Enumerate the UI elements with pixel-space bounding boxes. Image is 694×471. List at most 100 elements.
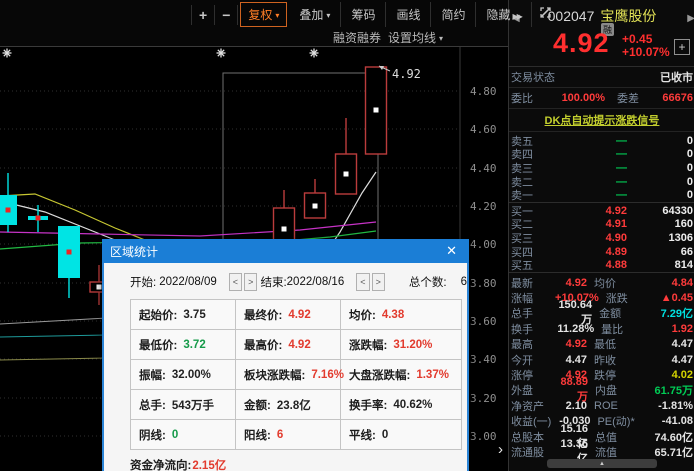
weibi-value: 100.00% [541, 92, 605, 104]
stat-cell-label: 大盘涨跌幅: [349, 367, 410, 383]
stat-cell: 总手:543万手 [131, 390, 236, 420]
ask-queue: 卖五—0卖四—0卖三—0卖二—0卖一—0 [509, 132, 694, 202]
hide-button[interactable]: 隐藏▶▶ [476, 2, 531, 27]
bid-volume: 64330 [627, 205, 693, 217]
stat-row: 净资产2.10ROE-1.81% [509, 398, 694, 413]
dialog-titlebar[interactable]: 区域统计 ✕ [102, 239, 469, 263]
hide-label: 隐藏 [486, 8, 510, 22]
ask-volume: 0 [627, 189, 693, 201]
ask-price: — [543, 135, 627, 147]
end-date-label: 结束: [260, 274, 286, 290]
stat-cell-value: 0 [172, 429, 178, 441]
stats-grid: 最新4.92均价4.84涨幅+10.07%涨跌▲0.45总手150.64万金额7… [509, 272, 694, 460]
stat-label: PE(动)* [597, 413, 639, 429]
stat-cell-label: 最终价: [244, 307, 282, 323]
dk-signal-link[interactable]: DK点自动提示涨跌信号 [509, 109, 694, 132]
change-value: +0.45 [622, 32, 652, 46]
y-axis-label: 3.80 [470, 277, 497, 290]
stat-cell-value: 4.92 [288, 339, 310, 351]
bid-price: 4.91 [543, 218, 627, 230]
add-to-watchlist-button[interactable]: + [674, 39, 690, 55]
stat-cell-value: 0 [382, 429, 388, 441]
weicha-label: 委差 [617, 90, 639, 106]
ask-price: — [543, 176, 627, 188]
stat-cell-value: 23.8亿 [277, 397, 311, 413]
start-date-value: 2022/08/09 [159, 276, 217, 288]
stat-cell: 换手率:40.62% [341, 390, 462, 420]
ask-row[interactable]: 卖一—0 [509, 188, 694, 202]
panel-collapse-handle-icon[interactable]: › [498, 441, 503, 458]
fullscreen-icon[interactable] [539, 6, 552, 24]
y-axis-label: 4.20 [470, 200, 497, 213]
y-axis-label: 4.80 [470, 85, 497, 98]
end-next-button[interactable]: > [372, 273, 385, 291]
y-axis-label: 3.20 [470, 392, 497, 405]
stat-cell: 最终价:4.92 [236, 300, 341, 330]
stat-cell: 均价:4.38 [341, 300, 462, 330]
stat-label: 总股本 [511, 429, 560, 445]
bid-volume: 1306 [627, 232, 693, 244]
panel-scrollbar[interactable]: ▲ [547, 459, 657, 468]
stat-cell: 阳线: 6 [236, 420, 341, 450]
stat-cell-value: 3.72 [183, 339, 205, 351]
start-next-button[interactable]: > [244, 273, 257, 291]
stat-label: ROE [594, 400, 638, 412]
stat-cell-value: 31.20% [393, 339, 432, 351]
stat-label: 今开 [511, 352, 561, 368]
set-ma-dropdown[interactable]: 设置均线▾ [388, 29, 443, 46]
ask-volume: 0 [627, 148, 693, 160]
count-value: 6 [461, 276, 467, 288]
drawline-button[interactable]: 画线 [386, 2, 431, 27]
stat-value: 74.60亿 [639, 429, 693, 445]
stat-label: 跌停 [594, 367, 638, 383]
overlay-dropdown-button[interactable]: 叠加▾ [289, 2, 341, 27]
stat-cell-label: 阳线: [244, 427, 271, 443]
stat-label: 最新 [511, 275, 561, 291]
stat-label: 最低 [594, 336, 638, 352]
weibi-label: 委比 [511, 90, 541, 106]
bid-row[interactable]: 买五4.88814 [509, 258, 694, 272]
stat-cell: 金额:23.8亿 [236, 390, 341, 420]
dk-signal-label: DK点自动提示涨跌信号 [545, 112, 660, 128]
stat-value: 4.84 [638, 277, 693, 289]
stock-app-window: + − 复权▾ 叠加▾ 筹码 画线 简约 隐藏▶▶ 融资融券 设置均线▾ 4.8… [0, 0, 694, 471]
margin-financing-link[interactable]: 融资融券 [333, 29, 381, 46]
overlay-label: 叠加 [299, 8, 323, 22]
stock-code: 002047 [548, 8, 595, 24]
start-prev-button[interactable]: < [229, 273, 242, 291]
price-callout: 4.92 [392, 67, 421, 81]
stat-value: -1.81% [638, 400, 693, 412]
bid-volume: 814 [627, 259, 693, 271]
caret-down-icon: ▾ [275, 11, 279, 20]
stat-label: 金额 [599, 305, 641, 321]
stat-cell-label: 阴线: [139, 427, 166, 443]
fuquan-dropdown-button[interactable]: 复权▾ [240, 2, 287, 27]
stat-cell-value: 3.75 [183, 309, 205, 321]
stat-cell-value: 32.00% [172, 369, 211, 381]
stat-label: 流通股 [511, 444, 560, 460]
zoom-out-button[interactable]: − [215, 5, 238, 25]
ask-price: — [543, 189, 627, 201]
stat-cell: 涨跌幅:31.20% [341, 330, 462, 360]
price-change: +0.45+10.07% [622, 33, 670, 59]
stat-value: 4.92 [561, 338, 587, 350]
stat-cell: 最高价:4.92 [236, 330, 341, 360]
zoom-in-button[interactable]: + [191, 5, 215, 25]
end-prev-button[interactable]: < [356, 273, 369, 291]
end-date-value: 2022/08/16 [287, 276, 345, 288]
stat-row: 流通股13.36亿流值65.71亿 [509, 444, 694, 459]
chips-button[interactable]: 筹码 [341, 2, 386, 27]
stock-name: 宝鹰股份 [600, 8, 656, 24]
stat-cell-value: 6 [277, 429, 283, 441]
caret-down-icon: ▾ [439, 34, 443, 43]
simple-mode-button[interactable]: 简约 [431, 2, 476, 27]
bid-price: 4.89 [543, 246, 627, 258]
y-axis-label: 4.60 [470, 123, 497, 136]
bid-volume: 160 [627, 218, 693, 230]
close-icon[interactable]: ✕ [442, 243, 461, 259]
next-stock-icon[interactable]: ▶ [687, 13, 694, 24]
stat-value: ▲0.45 [645, 292, 693, 304]
dialog-title: 区域统计 [110, 243, 158, 260]
stat-label: 外盘 [511, 382, 560, 398]
stat-label: 流值 [595, 444, 639, 460]
